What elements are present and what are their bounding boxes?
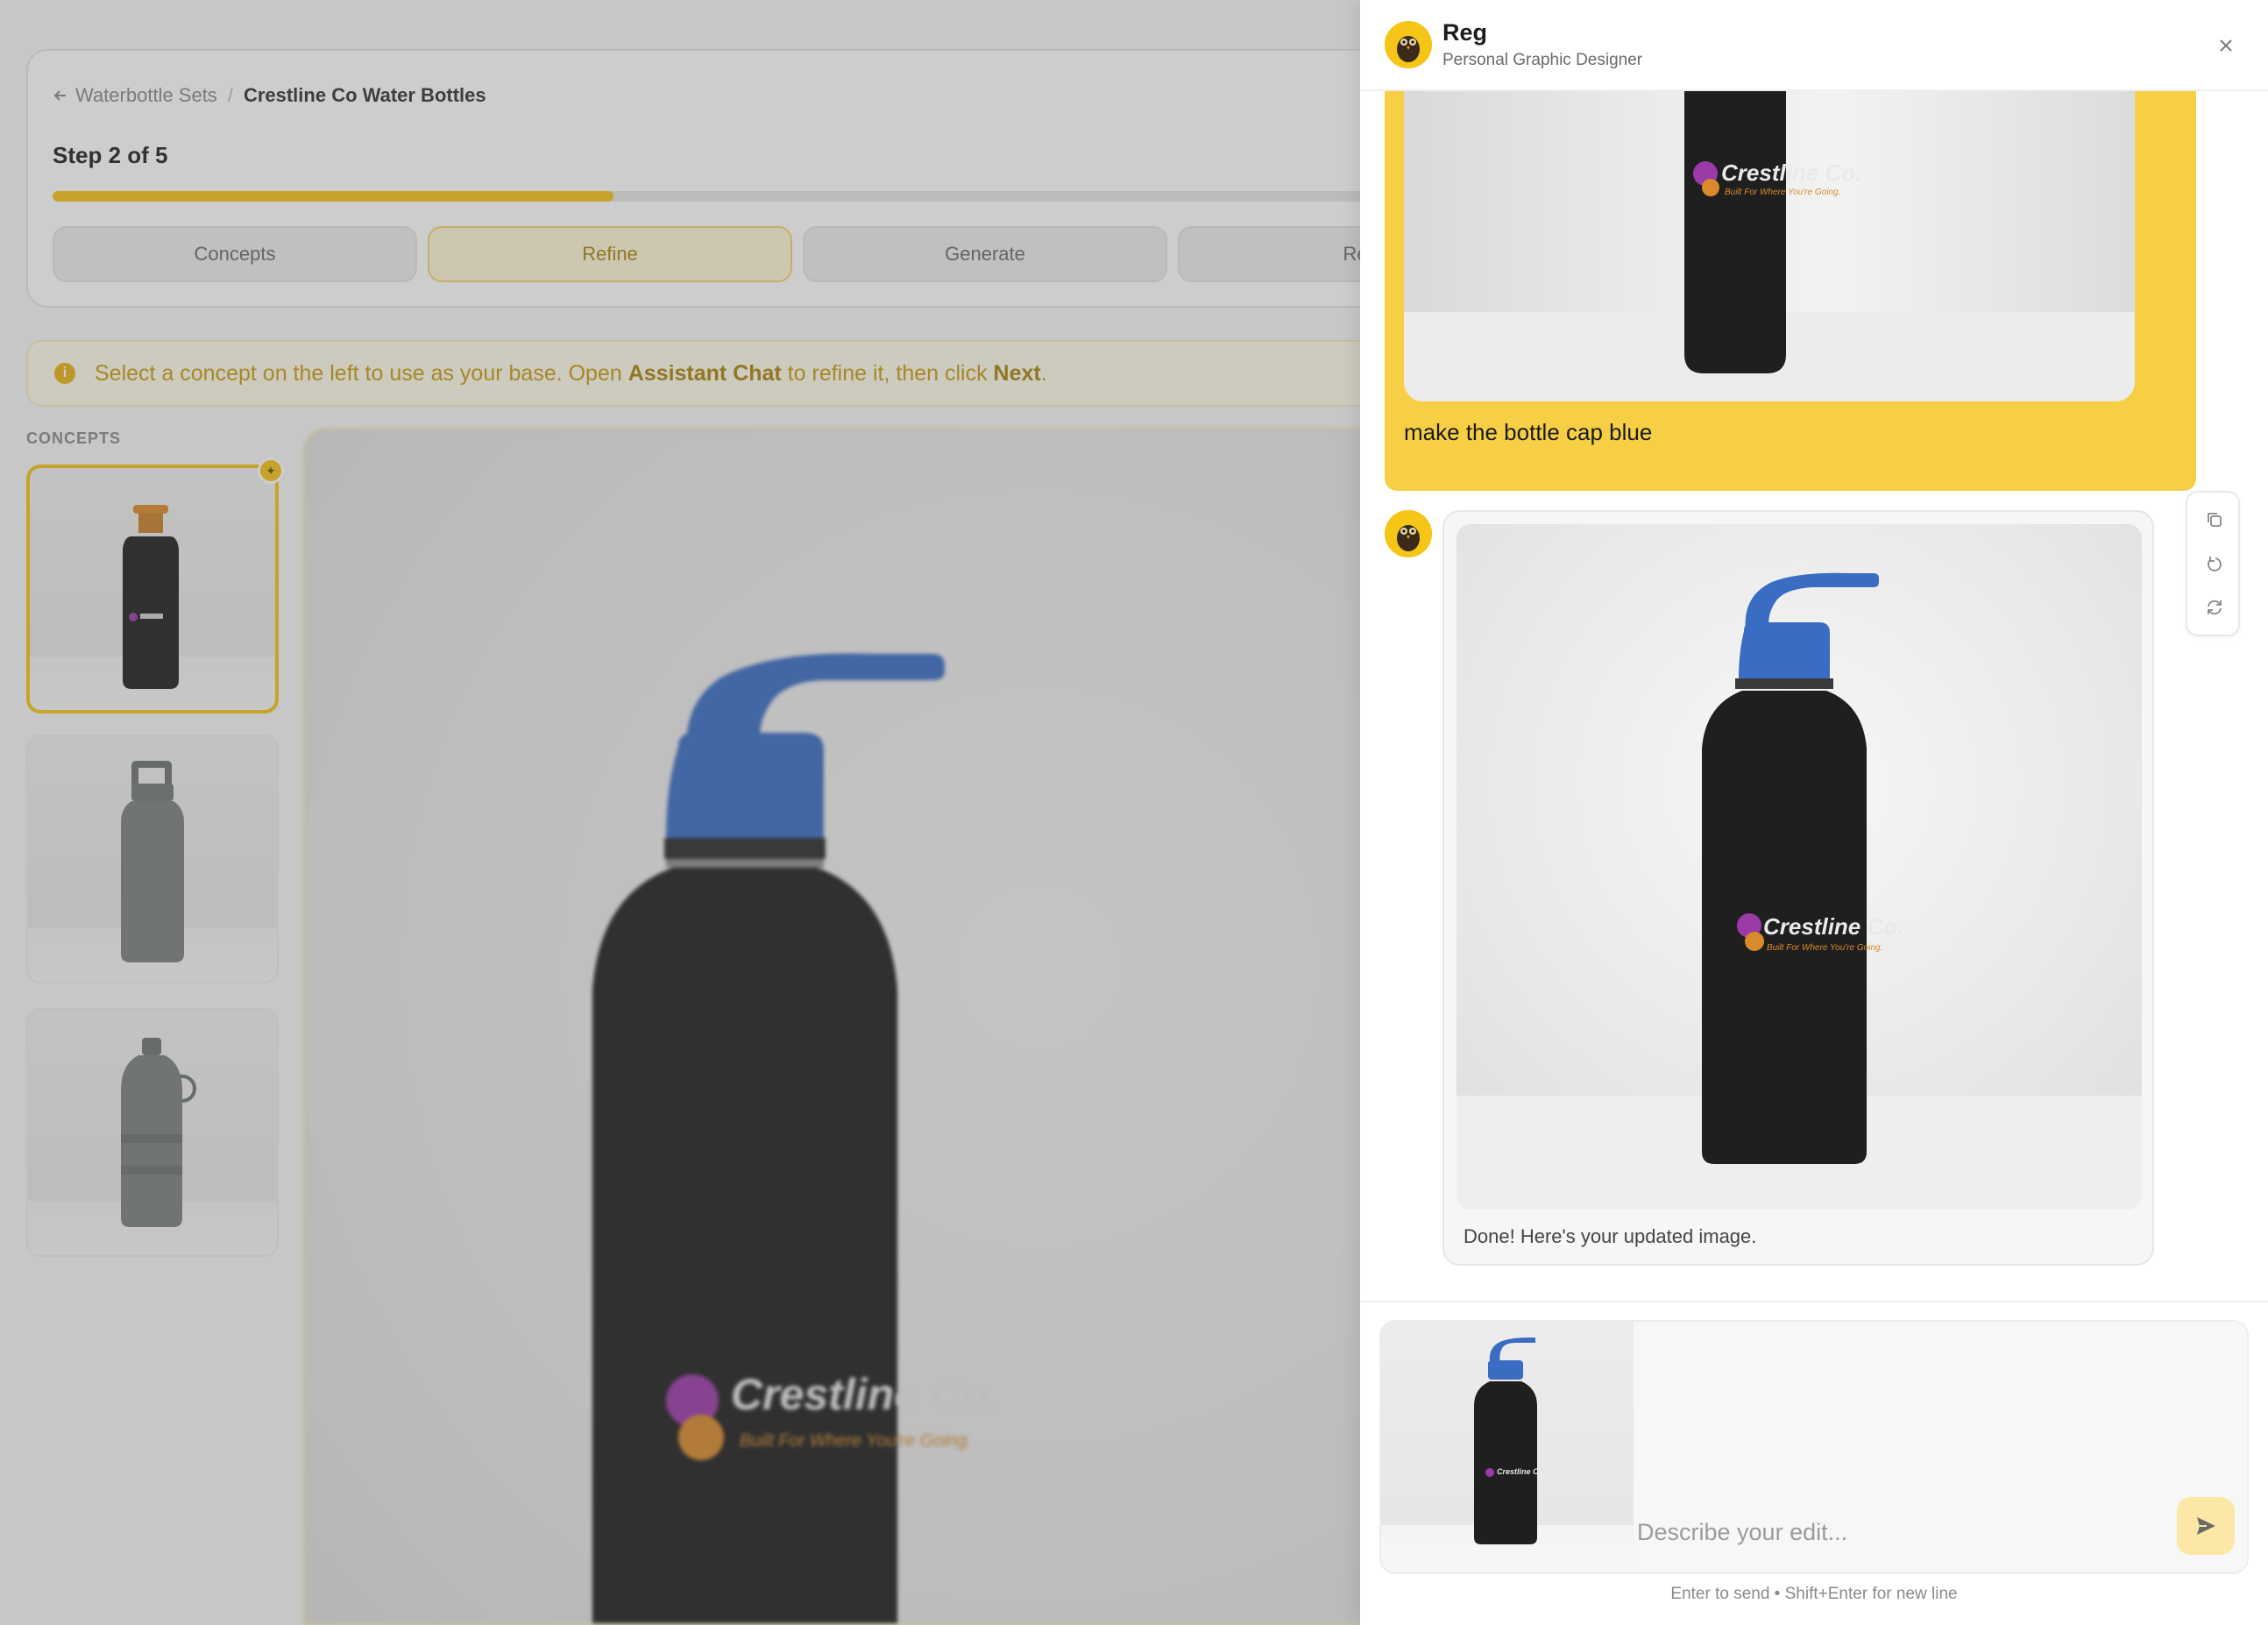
logo-tagline: Built For Where You're Going. [1767, 943, 1882, 953]
logo-tagline: Built For Where You're Going. [1725, 188, 1840, 197]
owl-icon [1385, 510, 1432, 557]
bottle-image: Crestline Co. Built For Where You're Goi… [1404, 91, 2135, 401]
assistant-avatar [1385, 510, 1432, 557]
bottle-image: Crestline Co. [1474, 1338, 1546, 1544]
logo-text: Crestline Co. [1763, 913, 1903, 940]
logo-text: Crestline Co. [1721, 160, 1861, 186]
copy-icon [2208, 513, 2222, 527]
assistant-avatar [1385, 21, 1432, 68]
user-message: Crestline Co. Built For Where You're Goi… [1385, 91, 2196, 491]
assistant-chat-panel: Reg Personal Graphic Designer Crestline … [1360, 0, 2268, 1625]
undo-button[interactable] [2200, 549, 2229, 578]
regenerate-button[interactable] [2200, 593, 2229, 622]
owl-icon [1385, 21, 1432, 68]
composer-area: Crestline Co. Enter to send • Shift+Ente… [1360, 1301, 2268, 1625]
logo-text: Crestline Co. [1497, 1467, 1546, 1476]
modal-backdrop[interactable] [0, 0, 1360, 1625]
assistant-message-text: Done! Here's your updated image. [1464, 1225, 1757, 1247]
assistant-message: Crestline Co. Built For Where You're Goi… [1442, 510, 2154, 1266]
composer-hint: Enter to send • Shift+Enter for new line [1670, 1585, 1958, 1603]
send-button[interactable] [2177, 1497, 2235, 1555]
edit-description-input[interactable] [1637, 1515, 2145, 1550]
assistant-name: Reg [1442, 19, 1488, 46]
composer-attached-image[interactable]: Crestline Co. [1381, 1322, 1634, 1572]
user-message-image[interactable]: Crestline Co. Built For Where You're Goi… [1404, 91, 2135, 401]
chat-header: Reg Personal Graphic Designer [1360, 0, 2268, 91]
copy-button[interactable] [2200, 505, 2229, 535]
send-icon [2197, 1517, 2215, 1535]
message-actions [2186, 491, 2240, 636]
assistant-message-image[interactable]: Crestline Co. Built For Where You're Goi… [1456, 524, 2142, 1210]
user-message-text: make the bottle cap blue [1404, 419, 1653, 445]
bottle-image: Crestline Co. Built For Where You're Goi… [1456, 572, 2142, 1210]
assistant-role: Personal Graphic Designer [1442, 51, 1643, 69]
composer: Crestline Co. [1379, 1320, 2249, 1574]
close-icon [2220, 39, 2232, 52]
undo-icon [2208, 557, 2222, 571]
close-panel-button[interactable] [2210, 30, 2242, 61]
refresh-icon [2208, 600, 2222, 615]
chat-thread[interactable]: Crestline Co. Built For Where You're Goi… [1360, 91, 2268, 1301]
